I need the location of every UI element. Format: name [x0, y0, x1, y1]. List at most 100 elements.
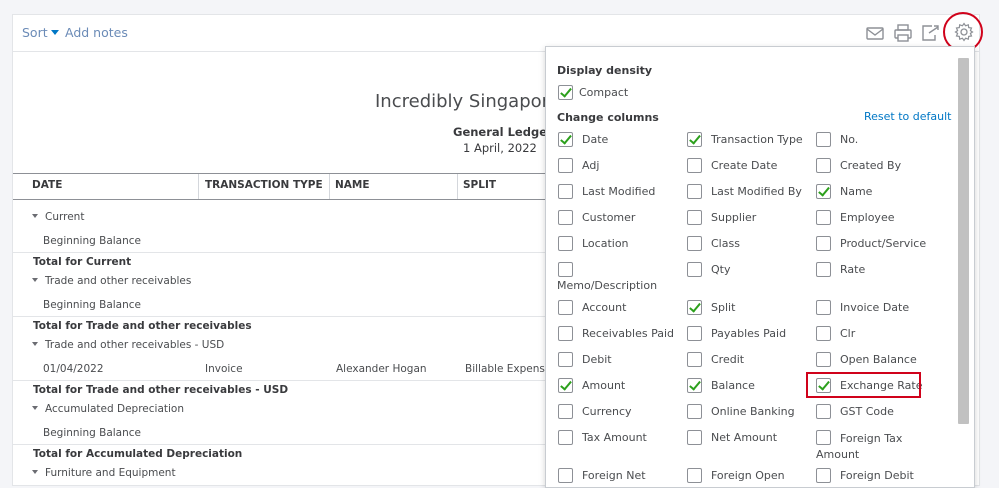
column-header-split[interactable]: SPLIT — [463, 179, 496, 191]
date-checkbox[interactable] — [558, 132, 573, 147]
report-date: 1 April, 2022 — [463, 141, 537, 155]
column-header-date[interactable]: DATE — [32, 179, 62, 191]
supplier-label: Supplier — [711, 211, 757, 224]
collapse-triangle-icon[interactable] — [32, 342, 38, 346]
exchange-rate-highlight-box — [806, 372, 921, 398]
foreign-open-checkbox[interactable] — [687, 468, 702, 483]
gst-code-checkbox[interactable] — [816, 404, 831, 419]
online-banking-label: Online Banking — [711, 405, 795, 418]
name-checkbox[interactable] — [816, 184, 831, 199]
row-label: Total for Trade and other receivables — [33, 320, 252, 332]
report-name: General Ledger — [453, 125, 553, 139]
caret-down-icon — [50, 30, 59, 35]
online-banking-checkbox[interactable] — [687, 404, 702, 419]
add-notes-button[interactable]: Add notes — [65, 25, 128, 40]
last-modified-by-checkbox[interactable] — [687, 184, 702, 199]
display-density-heading: Display density — [557, 64, 653, 77]
collapse-triangle-icon[interactable] — [32, 406, 38, 410]
foreign-open-label: Foreign Open — [711, 469, 785, 482]
foreign-debit-label: Foreign Debit — [840, 469, 914, 482]
product-service-checkbox[interactable] — [816, 236, 831, 251]
no-label: No. — [840, 133, 859, 146]
change-columns-heading: Change columns — [557, 111, 659, 124]
net-amount-checkbox[interactable] — [687, 430, 702, 445]
balance-row: Beginning Balance — [13, 299, 546, 317]
no-checkbox[interactable] — [816, 132, 831, 147]
net-amount-label: Net Amount — [711, 431, 778, 444]
created-by-label: Created By — [840, 159, 902, 172]
column-header-name[interactable]: NAME — [335, 179, 370, 191]
clr-checkbox[interactable] — [816, 326, 831, 341]
column-header-transaction-type[interactable]: TRANSACTION TYPE — [205, 179, 323, 191]
email-icon[interactable] — [864, 22, 886, 44]
company-name: Incredibly Singapor — [375, 91, 550, 112]
reset-to-default-link[interactable]: Reset to default — [864, 110, 951, 123]
payables-paid-checkbox[interactable] — [687, 326, 702, 341]
invoice-date-checkbox[interactable] — [816, 300, 831, 315]
sort-button[interactable]: Sort — [22, 25, 59, 40]
credit-label: Credit — [711, 353, 745, 366]
rate-checkbox[interactable] — [816, 262, 831, 277]
name-label: Name — [840, 185, 873, 198]
last-modified-checkbox[interactable] — [558, 184, 573, 199]
amount-checkbox[interactable] — [558, 378, 573, 393]
gst-code-label: GST Code — [840, 405, 894, 418]
tax-amount-checkbox[interactable] — [558, 430, 573, 445]
amount-label: Amount — [582, 379, 626, 392]
create-date-checkbox[interactable] — [687, 158, 702, 173]
memo-description-label: Memo/Description — [557, 279, 658, 292]
employee-checkbox[interactable] — [816, 210, 831, 225]
employee-label: Employee — [840, 211, 895, 224]
last-modified-label: Last Modified — [582, 185, 656, 198]
split-label: Split — [711, 301, 736, 314]
transaction-row[interactable]: 01/04/2022 Invoice Alexander Hogan Billa… — [13, 363, 551, 381]
compact-label: Compact — [579, 86, 629, 99]
compact-checkbox[interactable] — [558, 85, 573, 100]
group-label: Trade and other receivables - USD — [45, 339, 225, 351]
balance-row: Beginning Balance — [13, 427, 546, 445]
class-label: Class — [711, 237, 740, 250]
row-label: Beginning Balance — [43, 427, 142, 439]
foreign-net-checkbox[interactable] — [558, 468, 573, 483]
debit-checkbox[interactable] — [558, 352, 573, 367]
row-label: Total for Current — [33, 256, 132, 268]
customer-checkbox[interactable] — [558, 210, 573, 225]
panel-scrollbar[interactable] — [958, 58, 969, 424]
memo-description-checkbox[interactable] — [558, 262, 573, 277]
account-checkbox[interactable] — [558, 300, 573, 315]
receivables-paid-label: Receivables Paid — [582, 327, 674, 340]
row-label: Beginning Balance — [43, 235, 142, 247]
collapse-triangle-icon[interactable] — [32, 470, 38, 474]
clr-label: Clr — [840, 327, 856, 340]
open-balance-label: Open Balance — [840, 353, 917, 366]
balance-checkbox[interactable] — [687, 378, 702, 393]
supplier-checkbox[interactable] — [687, 210, 702, 225]
open-balance-checkbox[interactable] — [816, 352, 831, 367]
txn-type[interactable]: Invoice — [205, 363, 243, 375]
collapse-triangle-icon[interactable] — [32, 278, 38, 282]
foreign-tax-amount-checkbox[interactable] — [816, 430, 831, 445]
invoice-date-label: Invoice Date — [840, 301, 910, 314]
location-checkbox[interactable] — [558, 236, 573, 251]
created-by-checkbox[interactable] — [816, 158, 831, 173]
credit-checkbox[interactable] — [687, 352, 702, 367]
split-checkbox[interactable] — [687, 300, 702, 315]
transaction-type-checkbox[interactable] — [687, 132, 702, 147]
account-label: Account — [582, 301, 627, 314]
export-icon[interactable] — [919, 22, 941, 44]
currency-label: Currency — [582, 405, 632, 418]
receivables-paid-checkbox[interactable] — [558, 326, 573, 341]
customer-label: Customer — [582, 211, 636, 224]
foreign-debit-checkbox[interactable] — [816, 468, 831, 483]
row-label: Total for Accumulated Depreciation — [33, 448, 243, 460]
tax-amount-label: Tax Amount — [582, 431, 647, 444]
class-checkbox[interactable] — [687, 236, 702, 251]
transaction-type-label: Transaction Type — [711, 133, 803, 146]
collapse-triangle-icon[interactable] — [32, 214, 38, 218]
currency-checkbox[interactable] — [558, 404, 573, 419]
qty-checkbox[interactable] — [687, 262, 702, 277]
location-label: Location — [582, 237, 629, 250]
adj-checkbox[interactable] — [558, 158, 573, 173]
txn-date: 01/04/2022 — [43, 363, 104, 375]
print-icon[interactable] — [892, 22, 914, 44]
